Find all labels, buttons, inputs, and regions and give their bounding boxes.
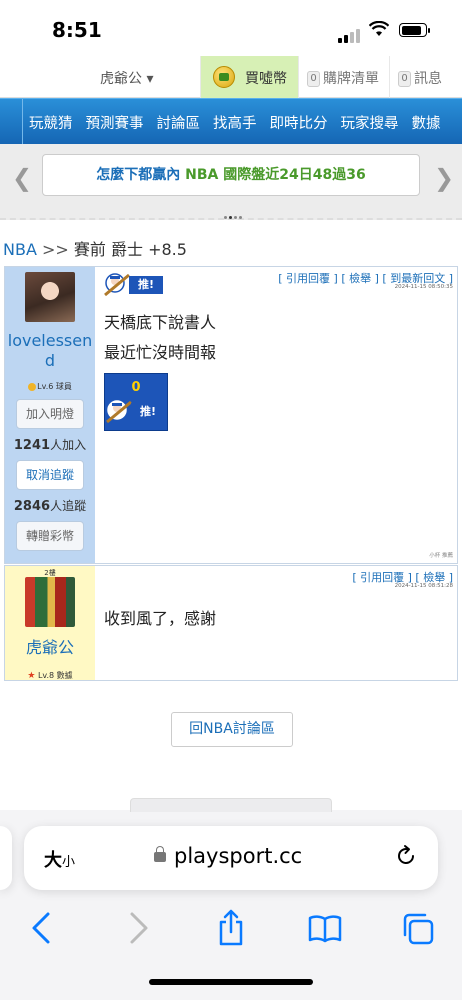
user-bar: 虎爺公 ▾ 買噓幣 0 購牌清單 0 訊息 [0,56,462,98]
author-name[interactable]: 虎爺公 [5,638,95,658]
push-label-large: 推! [131,403,165,421]
address-bar[interactable]: 大小 playsport.cc [24,826,438,890]
bookmarks-icon[interactable] [307,908,343,948]
light-count-label: 人加入 [50,438,87,452]
lock-icon [154,846,166,862]
tabs-icon[interactable] [400,908,436,948]
light-count: 1241人加入 [5,436,95,453]
breadcrumb: NBA >> 賽前 爵士 +8.5 [3,236,187,260]
reply-note: 小杯 推薦 [429,553,453,559]
follow-count-label: 人追蹤 [50,499,87,513]
nav-item-forum[interactable]: 討論區 [157,112,201,133]
text-size-big: 大 [44,850,62,871]
nav-item-stats[interactable]: 數據 [412,112,441,133]
previous-tab-peek[interactable] [0,826,12,890]
text-size-small: 小 [62,855,76,870]
quote-reply-link[interactable]: [ 引用回覆 ] [278,272,338,285]
push-badge: 推! [103,271,165,297]
star-icon: ★ [27,671,36,681]
buy-coins-button[interactable]: 買噓幣 [200,56,298,98]
author-level: Lv.6 球員 [5,381,95,392]
push-badge-large: 推! [105,398,167,424]
cart-link[interactable]: 0 購牌清單 [298,56,390,98]
post-author-panel: 2樓 虎爺公 ★ Lv.8 數據 [5,566,95,681]
baseball-player-icon [104,273,130,297]
msg-count-badge: 0 [398,71,411,87]
back-to-forum-button[interactable]: 回NBA討論區 [171,712,293,747]
home-indicator [149,979,313,985]
forward-arrow-icon[interactable] [120,908,156,948]
post-text: 收到風了，感謝 [104,609,217,628]
push-label: 推! [129,276,163,294]
battery-icon [399,23,430,37]
coin-icon [213,66,235,88]
report-link[interactable]: [ 檢舉 ] [341,272,379,285]
post-line-2: 最近忙沒時間報 [104,343,217,362]
medal-icon [28,382,37,391]
wifi-icon [369,21,389,36]
post-timestamp: 2024-11-15 08:51:28 [394,583,453,589]
carousel-dots [223,204,243,223]
post-author-panel: lovelessend Lv.6 球員 加入明燈 1241人加入 取消追蹤 28… [5,267,95,563]
avatar[interactable] [25,272,75,322]
post-line-1: 天橋底下說書人 [104,313,217,332]
status-time: 8:51 [52,18,102,42]
cart-count-badge: 0 [307,71,320,87]
page-title: 賽前 爵士 +8.5 [73,240,187,259]
post: 2樓 虎爺公 ★ Lv.8 數據 [ 引用回覆 ] [ 檢舉 ] 2024-11… [4,565,458,681]
messages-link[interactable]: 0 訊息 [390,56,462,98]
main-nav: 玩競猜 預測賽事 討論區 找高手 即時比分 玩家搜尋 數據 [0,98,462,145]
page-footer-peek [130,798,332,812]
reload-icon[interactable] [394,844,418,868]
nav-item-player-search[interactable]: 玩家搜尋 [341,112,399,133]
promo-banner: ❮ 怎麼下都贏內 NBA 國際盤近24日48過36 ❯ [0,144,462,220]
post: lovelessend Lv.6 球員 加入明燈 1241人加入 取消追蹤 28… [4,266,458,564]
chevron-right-icon[interactable]: ❯ [434,164,454,192]
url-text: playsport.cc [174,844,303,868]
chevron-left-icon[interactable]: ❮ [12,164,32,192]
author-name[interactable]: lovelessend [5,331,95,371]
cellular-signal-icon [338,24,362,43]
banner-text-a: 怎麼下都贏內 [96,167,181,183]
baseball-player-icon [106,400,132,424]
gift-coins-button[interactable]: 轉贈彩幣 [16,521,84,551]
banner-link[interactable]: 怎麼下都贏內 NBA 國際盤近24日48過36 [42,154,420,196]
follow-count-value: 2846 [13,499,51,514]
author-level-text: Lv.6 球員 [37,382,72,391]
light-count-value: 1241 [13,438,51,453]
nav-item-predict[interactable]: 預測賽事 [86,112,144,133]
user-menu[interactable]: 虎爺公 ▾ [100,68,153,88]
follow-count: 2846人追蹤 [5,497,95,514]
author-level: ★ Lv.8 數據 [5,670,95,681]
post-timestamp: 2024-11-15 08:50:35 [394,284,453,290]
share-icon[interactable] [213,908,249,948]
add-light-button[interactable]: 加入明燈 [16,399,84,429]
author-level-text: Lv.8 數據 [37,671,73,680]
back-arrow-icon[interactable] [24,908,60,948]
cart-label: 購牌清單 [323,71,379,87]
status-bar: 8:51 [0,0,462,56]
unfollow-button[interactable]: 取消追蹤 [16,460,84,490]
breadcrumb-section[interactable]: NBA [3,240,37,259]
banner-text-b: NBA 國際盤近24日48過36 [185,167,366,183]
nav-item-guess[interactable]: 玩競猜 [29,112,73,133]
nav-item-experts[interactable]: 找高手 [213,112,257,133]
buy-coins-label: 買噓幣 [245,71,287,87]
push-button[interactable]: 0 推! [104,373,168,431]
messages-label: 訊息 [414,71,442,87]
url-display[interactable]: playsport.cc [154,844,302,868]
nav-item-livescore[interactable]: 即時比分 [270,112,328,133]
avatar[interactable] [25,577,75,627]
push-count: 0 [131,380,141,395]
breadcrumb-separator: >> [41,240,69,259]
text-size-button[interactable]: 大小 [44,846,75,872]
post-body: [ 引用回覆 ] [ 檢舉 ] 2024-11-15 08:51:28 收到風了… [95,566,457,680]
post-body: 推! [ 引用回覆 ] [ 檢舉 ] [ 到最新回文 ] 2024-11-15 … [95,267,457,563]
